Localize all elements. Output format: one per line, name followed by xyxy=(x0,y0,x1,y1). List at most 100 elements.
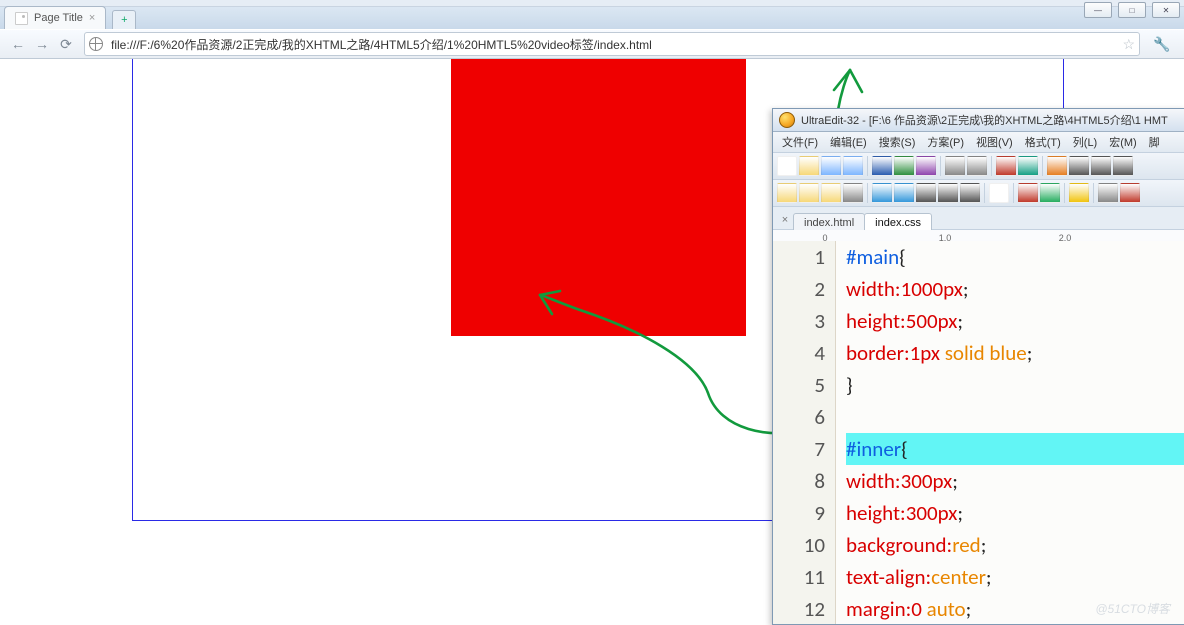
folder2-icon[interactable] xyxy=(799,183,819,203)
line-number: 10 xyxy=(773,529,825,561)
browser-tabstrip: Page Title × + xyxy=(0,7,1184,29)
cut-icon[interactable] xyxy=(1069,156,1089,176)
window-maximize-button[interactable]: □ xyxy=(1118,2,1146,18)
redo-icon[interactable] xyxy=(1040,183,1060,203)
saveall-icon[interactable] xyxy=(843,156,863,176)
ultraedit-tab-close-icon[interactable]: × xyxy=(777,214,793,229)
line-number: 3 xyxy=(773,305,825,337)
window-minimize-button[interactable]: — xyxy=(1084,2,1112,18)
window-close-button[interactable]: ✕ xyxy=(1152,2,1180,18)
code-token: auto xyxy=(927,596,966,622)
open-icon[interactable] xyxy=(799,156,819,176)
code-token: ; xyxy=(952,468,958,494)
globe-icon xyxy=(89,37,103,51)
menu-item[interactable]: 搜索(S) xyxy=(874,132,921,152)
toolbar-separator xyxy=(991,156,992,176)
code-line[interactable]: height:500px; xyxy=(846,305,1184,337)
menu-item[interactable]: 视图(V) xyxy=(971,132,1018,152)
cut-icon[interactable] xyxy=(916,183,936,203)
tab-close-icon[interactable]: × xyxy=(89,12,95,24)
code-line[interactable]: width:1000px; xyxy=(846,273,1184,305)
sort-icon[interactable] xyxy=(1098,183,1118,203)
code-line[interactable]: #main{ xyxy=(846,241,1184,273)
code-line[interactable]: width:300px; xyxy=(846,465,1184,497)
toolbar-separator xyxy=(1013,183,1014,203)
code-token: { xyxy=(899,244,906,270)
address-bar[interactable]: ☆ xyxy=(84,32,1140,56)
menu-item[interactable]: 格式(T) xyxy=(1020,132,1066,152)
list-icon[interactable] xyxy=(945,156,965,176)
ultraedit-window[interactable]: UltraEdit-32 - [F:\6 作品资源\2正完成\我的XHTML之路… xyxy=(772,108,1184,625)
line-number: 9 xyxy=(773,497,825,529)
code-token: 0 xyxy=(911,596,926,622)
code-line[interactable]: height:300px; xyxy=(846,497,1184,529)
menu-item[interactable]: 方案(P) xyxy=(922,132,969,152)
print-icon[interactable] xyxy=(843,183,863,203)
col2-icon[interactable] xyxy=(894,183,914,203)
code-line[interactable] xyxy=(846,401,1184,433)
ultraedit-code-area[interactable]: 123456789101112 #main{width:1000px;heigh… xyxy=(773,241,1184,624)
undo-icon[interactable] xyxy=(1018,183,1038,203)
code-line[interactable]: background:red; xyxy=(846,529,1184,561)
folder3-icon[interactable] xyxy=(821,183,841,203)
toolbar-separator xyxy=(1042,156,1043,176)
code-text-column[interactable]: #main{width:1000px;height:500px;border:1… xyxy=(836,241,1184,624)
toolbar-separator xyxy=(984,183,985,203)
new-tab-button[interactable]: + xyxy=(112,10,136,29)
mark-icon[interactable] xyxy=(1069,183,1089,203)
db-icon[interactable] xyxy=(996,156,1016,176)
folder1-icon[interactable] xyxy=(777,183,797,203)
menu-item[interactable]: 脚 xyxy=(1144,132,1165,152)
code-line[interactable]: text-align:center; xyxy=(846,561,1184,593)
code-line[interactable]: #inner{ xyxy=(846,433,1184,465)
code-token: solid blue xyxy=(945,340,1027,366)
line-number: 12 xyxy=(773,593,825,625)
net-icon[interactable] xyxy=(1018,156,1038,176)
paste-icon[interactable] xyxy=(960,183,980,203)
code-token: border: xyxy=(846,340,910,366)
page-icon[interactable] xyxy=(989,183,1009,203)
col1-icon[interactable] xyxy=(872,183,892,203)
word-icon[interactable] xyxy=(872,156,892,176)
excel-icon[interactable] xyxy=(894,156,914,176)
toolbar-separator xyxy=(867,183,868,203)
bookmark-star-icon[interactable]: ☆ xyxy=(1122,36,1135,53)
code-token: ; xyxy=(981,532,987,558)
code-line[interactable]: } xyxy=(846,369,1184,401)
line-number: 1 xyxy=(773,241,825,273)
del-icon[interactable] xyxy=(1120,183,1140,203)
browser-tab-active[interactable]: Page Title × xyxy=(4,6,106,29)
code-token: 300px xyxy=(901,468,953,494)
data-icon[interactable] xyxy=(916,156,936,176)
code-token: background: xyxy=(846,532,952,558)
find-icon[interactable] xyxy=(1047,156,1067,176)
code-token: ; xyxy=(957,308,963,334)
new-icon[interactable] xyxy=(777,156,797,176)
copy-icon[interactable] xyxy=(1091,156,1111,176)
code-token: text-align: xyxy=(846,564,931,590)
copy-icon[interactable] xyxy=(938,183,958,203)
settings-wrench-icon[interactable]: 🔧 xyxy=(1150,33,1174,55)
save-icon[interactable] xyxy=(821,156,841,176)
code-token: ; xyxy=(963,276,969,302)
ultraedit-titlebar[interactable]: UltraEdit-32 - [F:\6 作品资源\2正完成\我的XHTML之路… xyxy=(773,109,1184,132)
code-line[interactable]: border:1px solid blue; xyxy=(846,337,1184,369)
code-token: ; xyxy=(1027,340,1033,366)
url-input[interactable] xyxy=(109,36,1116,52)
code-token: ; xyxy=(986,564,992,590)
reload-button[interactable]: ⟳ xyxy=(54,33,78,55)
menu-item[interactable]: 列(L) xyxy=(1068,132,1102,152)
toolbar-separator xyxy=(940,156,941,176)
rtl-icon[interactable] xyxy=(967,156,987,176)
code-token: ; xyxy=(957,500,963,526)
menu-item[interactable]: 宏(M) xyxy=(1104,132,1142,152)
paste-icon[interactable] xyxy=(1113,156,1133,176)
toolbar-separator xyxy=(1064,183,1065,203)
browser-chrome: — □ ✕ Page Title × + ← → ⟳ ☆ 🔧 xyxy=(0,0,1184,59)
menu-item[interactable]: 编辑(E) xyxy=(825,132,872,152)
back-button[interactable]: ← xyxy=(6,33,30,55)
code-token: } xyxy=(846,372,853,398)
line-number-gutter: 123456789101112 xyxy=(773,241,836,624)
forward-button[interactable]: → xyxy=(30,33,54,55)
menu-item[interactable]: 文件(F) xyxy=(777,132,823,152)
